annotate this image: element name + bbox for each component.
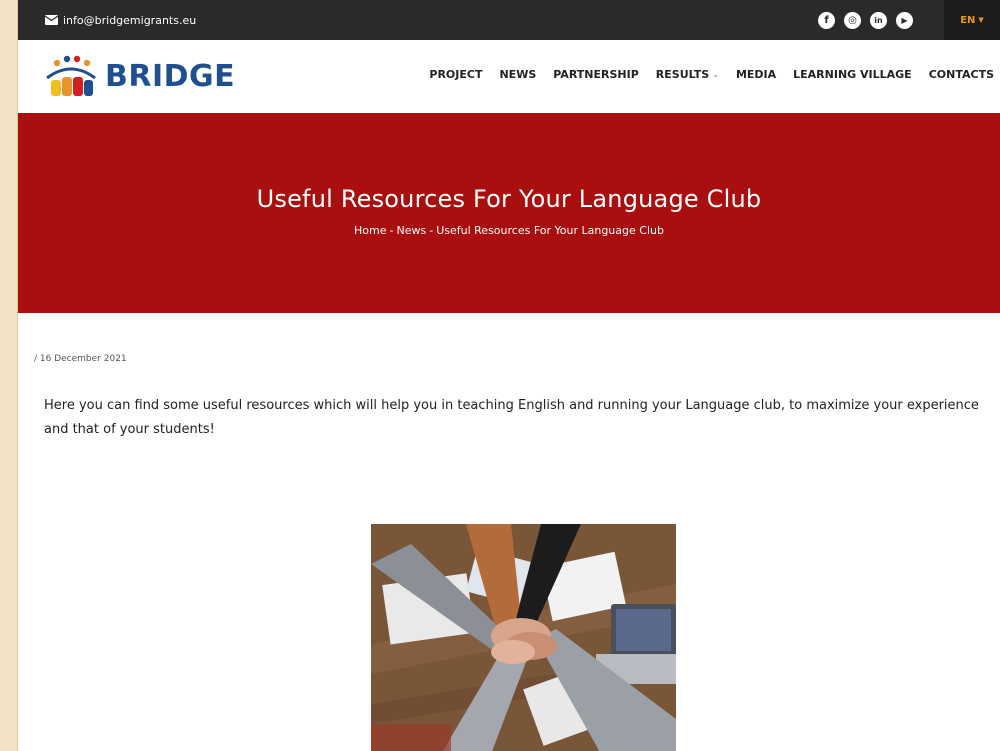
nav-item-contacts[interactable]: CONTACTS [929, 68, 994, 81]
logo-text: BRIDGE [105, 58, 236, 94]
nav-label: NEWS [499, 68, 537, 81]
nav-item-news[interactable]: NEWS [499, 68, 536, 81]
nav-label: PARTNERSHIP [553, 68, 639, 81]
page-title: Useful Resources For Your Language Club [256, 185, 762, 213]
email-link[interactable]: info@bridgemigrants.eu [45, 14, 196, 27]
facebook-icon[interactable]: f [818, 12, 835, 29]
language-selector[interactable]: EN ▼ [944, 0, 1000, 40]
browser-page: info@bridgemigrants.eu f ◎ in ▶ EN ▼ BRI… [17, 0, 1000, 751]
team-hands-photo [371, 524, 676, 751]
nav-item-learning-village[interactable]: LEARNING VILLAGE [793, 68, 912, 81]
nav-item-project[interactable]: PROJECT [429, 68, 482, 81]
breadcrumb-news[interactable]: News [396, 224, 426, 237]
nav-label: CONTACTS [928, 68, 994, 81]
youtube-icon[interactable]: ▶ [896, 12, 913, 29]
article-image [371, 524, 676, 751]
site-logo[interactable]: BRIDGE [43, 54, 235, 98]
language-label: EN [960, 14, 976, 26]
nav-label: PROJECT [429, 68, 483, 81]
breadcrumb-separator: - [389, 224, 394, 237]
linkedin-icon[interactable]: in [870, 12, 887, 29]
post-date: / 16 December 2021 [34, 354, 127, 364]
email-text: info@bridgemigrants.eu [63, 13, 197, 27]
nav-label: LEARNING VILLAGE [793, 68, 912, 81]
chevron-down-icon: ⌄ [712, 70, 719, 79]
nav-item-results[interactable]: RESULTS ⌄ [656, 68, 719, 81]
page-hero: Useful Resources For Your Language Club … [18, 113, 1000, 313]
breadcrumb-home[interactable]: Home [354, 224, 386, 237]
breadcrumb: Home - News - Useful Resources For Your … [18, 224, 1000, 237]
top-bar: info@bridgemigrants.eu f ◎ in ▶ EN ▼ [18, 0, 1000, 40]
breadcrumb-current: Useful Resources For Your Language Club [436, 224, 664, 237]
nav-item-partnership[interactable]: PARTNERSHIP [553, 68, 639, 81]
caret-down-icon: ▼ [978, 16, 984, 24]
main-nav: PROJECT NEWS PARTNERSHIP RESULTS ⌄ MEDIA … [429, 68, 994, 81]
social-links: f ◎ in ▶ [818, 12, 913, 29]
nav-label: RESULTS [655, 68, 710, 81]
article-intro: Here you can find some useful resources … [44, 398, 979, 437]
nav-label: MEDIA [735, 68, 777, 81]
bridge-logo-icon [46, 55, 96, 96]
nav-item-media[interactable]: MEDIA [736, 68, 776, 81]
breadcrumb-separator: - [429, 224, 434, 237]
instagram-icon[interactable]: ◎ [844, 12, 861, 29]
envelope-icon [45, 15, 58, 25]
site-header: BRIDGE PROJECT NEWS PARTNERSHIP RESULTS ⌄… [18, 40, 1000, 113]
